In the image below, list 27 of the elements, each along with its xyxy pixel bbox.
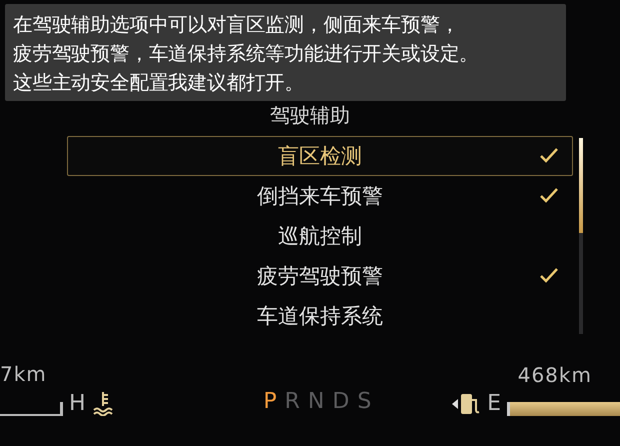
menu-item[interactable]: 疲劳驾驶预警 — [67, 256, 573, 296]
gauge-mark: H — [69, 391, 86, 416]
menu-item-label: 盲区检测 — [278, 143, 362, 170]
gear-letter: N — [308, 389, 324, 414]
menu-item-label: 疲劳驾驶预警 — [257, 263, 383, 290]
fuel-pump-icon — [451, 392, 482, 416]
gear-letter: R — [284, 389, 300, 414]
menu-item-label: 倒挡来车预警 — [257, 183, 383, 210]
gear-letter: P — [263, 389, 277, 414]
temperature-gauge — [0, 402, 63, 416]
caption-text: 在驾驶辅助选项中可以对盲区监测，侧面来车预警， — [13, 12, 460, 38]
menu-item[interactable]: 巡航控制 — [67, 216, 573, 256]
menu-item-label: 车道保持系统 — [257, 303, 383, 330]
menu-item[interactable]: 倒挡来车预警 — [67, 176, 573, 216]
menu-item-label: 巡航控制 — [278, 223, 362, 250]
range-text: 468km — [518, 363, 592, 387]
menu-item[interactable]: 车道保持系统 — [67, 296, 573, 336]
scrollbar-thumb[interactable] — [579, 138, 583, 233]
caption-text: 这些主动安全配置我建议都打开。 — [13, 70, 306, 96]
fuel-mark: E — [487, 391, 501, 416]
coolant-temperature-icon — [92, 390, 114, 416]
gear-letter: D — [332, 389, 350, 414]
gear-letter: S — [357, 389, 372, 414]
menu-title: 驾驶辅助 — [270, 102, 350, 129]
distance-text: 7km — [0, 362, 48, 386]
menu-item[interactable]: 盲区检测 — [67, 136, 573, 176]
caption-text: 疲劳驾驶预警，车道保持系统等功能进行开关或设定。 — [13, 41, 480, 67]
